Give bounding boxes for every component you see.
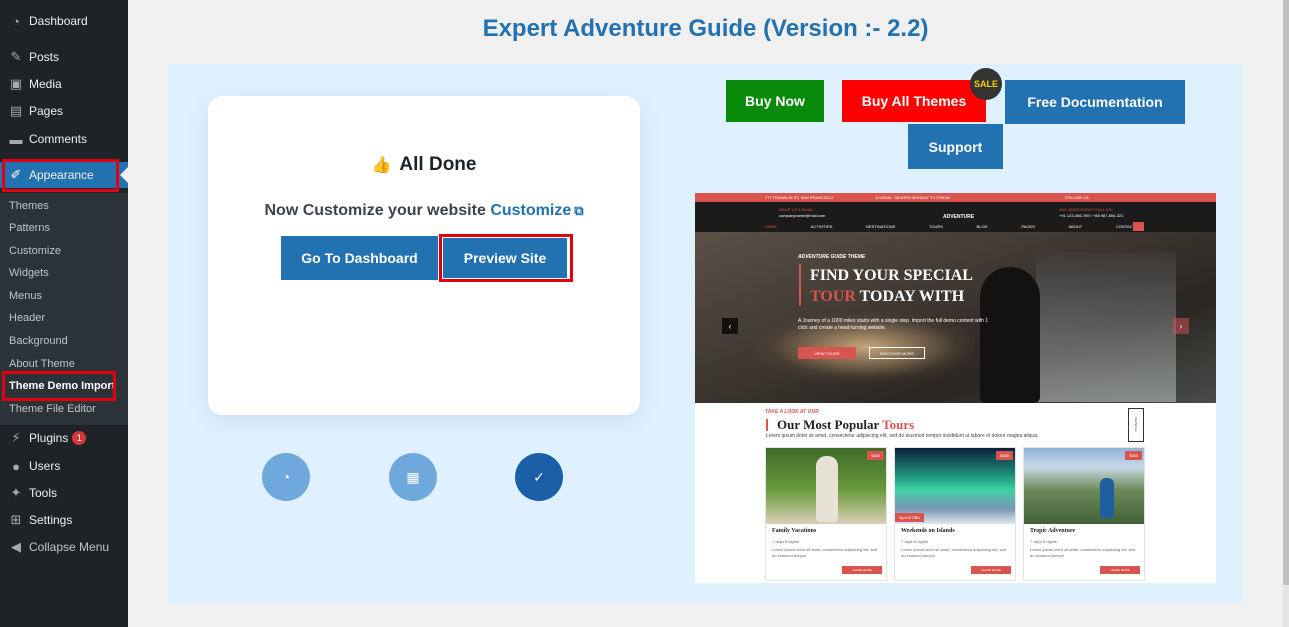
submenu-menus[interactable]: Menus [9,290,42,302]
card-subtitle: Now Customize your website [264,202,486,219]
customize-link[interactable]: Customize [490,202,571,219]
admin-sidebar: ◔ Dashboard ✎ Posts ▣ Media ▤ Pages ▬ Co… [0,0,128,627]
settings-icon: ⊞ [10,512,22,527]
preview-header: DROP US A EMAIL: companyname@mail.com AD… [695,202,1216,232]
preview-show-all: SHOW ALL [1128,408,1144,442]
highlight-theme-demo-import [2,371,116,401]
submenu-background[interactable]: Background [9,335,68,347]
submenu-themes[interactable]: Themes [9,200,49,212]
submenu-customize[interactable]: Customize [9,245,61,257]
card-title: All Done [399,154,477,175]
submenu-patterns[interactable]: Patterns [9,222,50,234]
page-scrollbar[interactable] [1283,0,1289,627]
sidebar-item-users[interactable]: ● Users [0,453,128,479]
sidebar-item-comments[interactable]: ▬ Comments [0,126,128,152]
buy-all-themes-button[interactable]: Buy All Themes [842,80,986,122]
step-check-icon[interactable]: ✓ [515,453,563,501]
preview-hero-headline: FIND YOUR SPECIAL TOUR TODAY WITH [810,267,973,305]
sidebar-item-settings[interactable]: ⊞ Settings [0,507,128,533]
dashboard-icon: ◔ [12,13,20,29]
external-link-icon: ⧉ [574,203,584,218]
support-button[interactable]: Support [908,124,1003,169]
preview-nav: HOME ACTIVITIES DESTINATIONS TOURS BLOG … [765,224,1135,229]
highlight-preview-site [439,234,573,282]
wrench-icon: ✦ [10,485,22,500]
preview-hero: ADVENTURE GUIDE THEME FIND YOUR SPECIAL … [695,232,1216,403]
step-layout-icon[interactable]: ▦ [389,453,437,501]
theme-preview-image: 777 FRANKLIN ST, SAN FRANCISCO 10:00AM -… [695,193,1216,583]
plugins-icon: ⚡ [11,430,21,445]
comments-icon: ▬ [9,131,23,147]
submenu-theme-file-editor[interactable]: Theme File Editor [9,403,96,415]
sidebar-item-pages[interactable]: ▤ Pages [0,98,128,124]
sidebar-item-plugins[interactable]: ⚡ Plugins 1 [0,425,128,451]
sidebar-item-tools[interactable]: ✦ Tools [0,480,128,506]
preview-tour-card: $300 Special Offer Weekends on Islands 7… [894,447,1016,581]
preview-section-title: Our Most Popular Tours [777,417,915,432]
users-icon: ● [12,458,20,474]
submenu-header[interactable]: Header [9,312,45,324]
preview-tour-card: $300 Tropic Adventure 7 days 6 nights Lo… [1023,447,1145,581]
plugins-update-badge: 1 [72,431,87,445]
scrollbar-thumb[interactable] [1283,0,1289,585]
preview-tour-card: $300 Family Vacations 7 days 6 nights Lo… [765,447,887,581]
go-to-dashboard-button[interactable]: Go To Dashboard [281,236,438,280]
preview-search-icon [1133,222,1144,231]
preview-topbar: 777 FRANKLIN ST, SAN FRANCISCO 10:00AM -… [695,193,1216,202]
thumbs-up-icon: 👍 [371,157,392,174]
active-arrow [120,167,128,183]
page-title: Expert Adventure Guide (Version :- 2.2) [482,15,929,42]
sidebar-item-posts[interactable]: ✎ Posts [0,44,128,70]
sidebar-item-collapse[interactable]: ◀ Collapse Menu [0,534,128,560]
sale-badge: SALE [970,68,1002,100]
media-icon: ▣ [9,76,23,91]
preview-next-arrow: › [1173,318,1189,334]
buy-now-button[interactable]: Buy Now [726,80,824,122]
highlight-appearance [2,159,119,192]
preview-prev-arrow: ‹ [722,318,738,334]
sidebar-item-media[interactable]: ▣ Media [0,71,128,97]
collapse-icon: ◀ [11,539,21,554]
free-documentation-button[interactable]: Free Documentation [1005,80,1185,124]
step-dashboard-icon[interactable]: ◔ [262,453,310,501]
submenu-widgets[interactable]: Widgets [9,267,49,279]
pin-icon: ✎ [10,49,22,64]
pages-icon: ▤ [9,103,23,118]
sidebar-item-dashboard[interactable]: ◔ Dashboard [0,8,128,34]
submenu-about-theme[interactable]: About Theme [9,358,75,370]
